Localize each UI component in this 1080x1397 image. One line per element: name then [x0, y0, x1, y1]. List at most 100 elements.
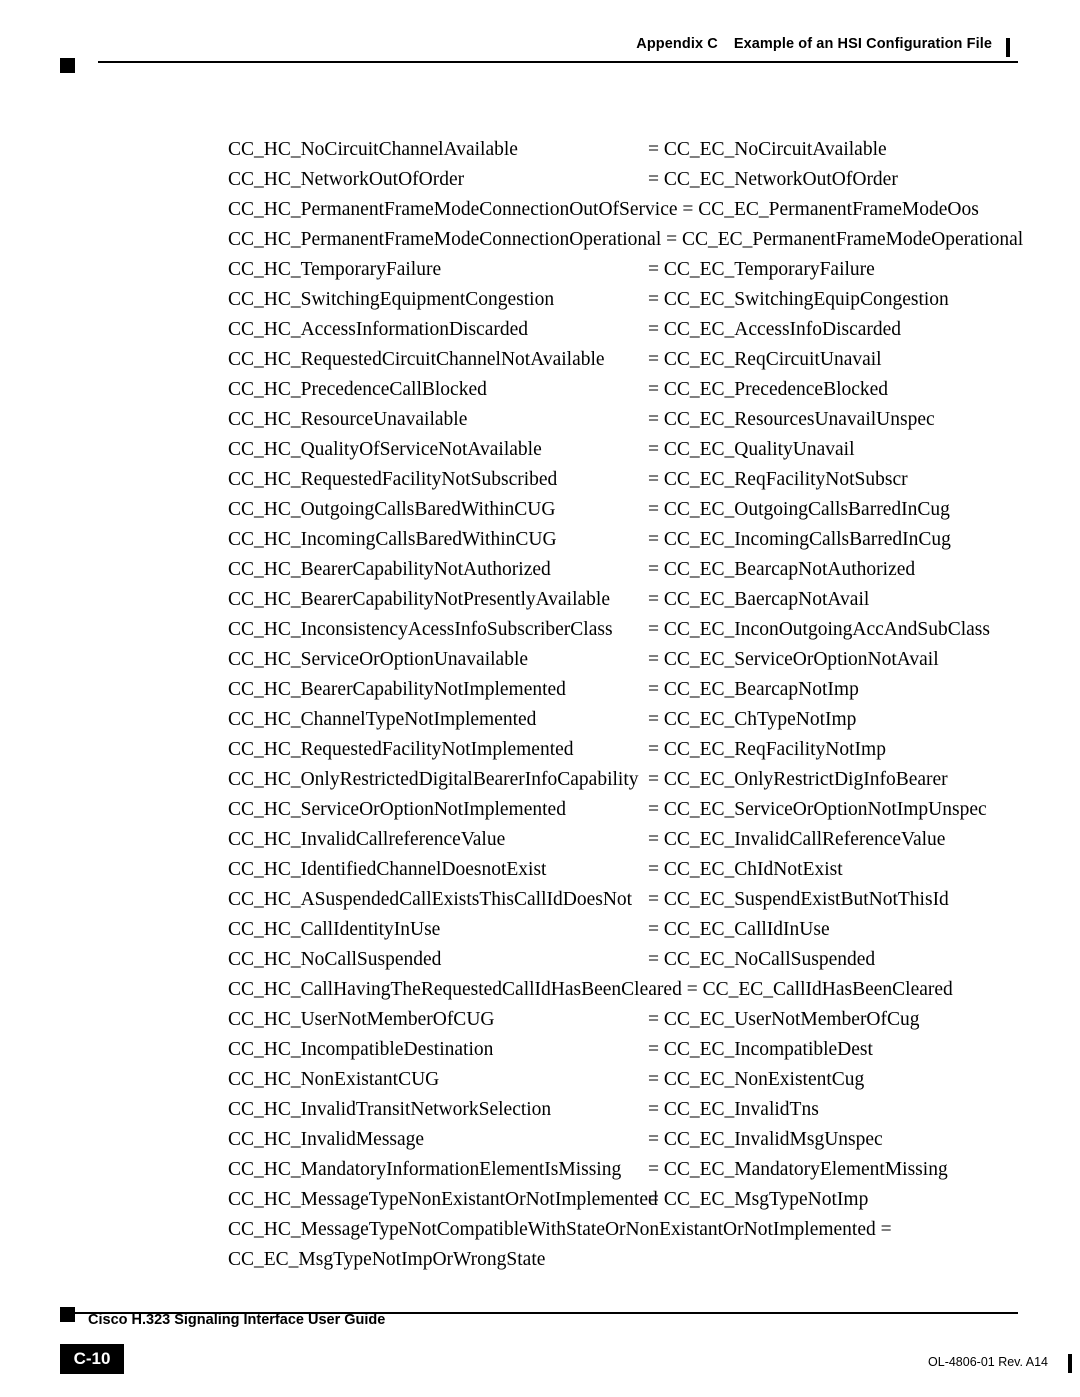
mapping-row: CC_HC_IdentifiedChannelDoesnotExist = CC_… — [228, 855, 1028, 885]
mapping-target-name: = CC_EC_ServiceOrOptionNotImpUnspec — [648, 799, 987, 820]
mapping-source-name: CC_HC_MandatoryInformationElementIsMissi… — [228, 1159, 622, 1180]
mapping-row: CC_HC_PermanentFrameModeConnectionOperat… — [228, 225, 1028, 255]
footer-doc-id: OL-4806-01 Rev. A14 — [928, 1355, 1048, 1369]
mapping-source-name: CC_HC_MessageTypeNotCompatibleWithStateO… — [228, 1219, 892, 1240]
mapping-row: CC_HC_ResourceUnavailable = CC_EC_Resourc… — [228, 405, 1028, 435]
header-appendix-label: Appendix C — [636, 36, 718, 52]
mapping-target-name: = CC_EC_BearcapNotAuthorized — [648, 559, 916, 580]
mapping-row: CC_HC_IncompatibleDestination = CC_EC_Inc… — [228, 1035, 1028, 1065]
mapping-row: CC_HC_RequestedFacilityNotImplemented = C… — [228, 735, 1028, 765]
mapping-target-name: = CC_EC_CallIdHasBeenCleared — [686, 979, 953, 1000]
mapping-source-name: CC_HC_NoCircuitChannelAvailable — [228, 139, 518, 160]
mapping-list: CC_HC_NoCircuitChannelAvailable = CC_EC_N… — [228, 135, 1028, 1275]
mapping-source-name: CC_HC_ServiceOrOptionUnavailable — [228, 649, 529, 670]
mapping-row: CC_HC_NonExistantCUG = CC_EC_NonExistentC… — [228, 1065, 1028, 1095]
mapping-source-name: CC_HC_PermanentFrameModeConnectionOperat… — [228, 229, 662, 250]
mapping-row: CC_HC_TemporaryFailure = CC_EC_TemporaryF… — [228, 255, 1028, 285]
mapping-row: CC_HC_IncomingCallsBaredWithinCUG = CC_EC… — [228, 525, 1028, 555]
mapping-source-name: CC_HC_IdentifiedChannelDoesnotExist — [228, 859, 547, 880]
mapping-target-name: = CC_EC_NoCallSuspended — [648, 949, 876, 970]
mapping-source-name: CC_HC_NetworkOutOfOrder — [228, 169, 465, 190]
mapping-target-name: = CC_EC_PermanentFrameModeOperational — [666, 229, 1024, 250]
mapping-source-name: CC_HC_ResourceUnavailable — [228, 409, 468, 430]
mapping-source-name: CC_HC_OutgoingCallsBaredWithinCUG — [228, 499, 556, 520]
mapping-target-name: = CC_EC_UserNotMemberOfCug — [648, 1009, 920, 1030]
header-square-marker — [60, 58, 75, 73]
mapping-target-name: = CC_EC_CallIdInUse — [648, 919, 830, 940]
mapping-row: CC_HC_UserNotMemberOfCUG = CC_EC_UserNotM… — [228, 1005, 1028, 1035]
mapping-row: CC_HC_SwitchingEquipmentCongestion = CC_E… — [228, 285, 1028, 315]
footer-guide-title: Cisco H.323 Signaling Interface User Gui… — [88, 1312, 386, 1328]
mapping-source-name: CC_HC_QualityOfServiceNotAvailable — [228, 439, 542, 460]
mapping-source-name: CC_HC_RequestedFacilityNotSubscribed — [228, 469, 558, 490]
mapping-row: CC_HC_BearerCapabilityNotAuthorized = CC_… — [228, 555, 1028, 585]
mapping-target-name: = CC_EC_AccessInfoDiscarded — [648, 319, 902, 340]
mapping-source-name: CC_HC_NonExistantCUG — [228, 1069, 440, 1090]
mapping-source-name: CC_HC_ServiceOrOptionNotImplemented — [228, 799, 566, 820]
mapping-target-name: = CC_EC_InvalidCallReferenceValue — [648, 829, 946, 850]
mapping-target-name: = CC_EC_InconOutgoingAccAndSubClass — [648, 619, 990, 640]
mapping-source-name: CC_HC_BearerCapabilityNotImplemented — [228, 679, 566, 700]
mapping-target-name: = CC_EC_NonExistentCug — [648, 1069, 865, 1090]
mapping-source-name: CC_HC_RequestedCircuitChannelNotAvailabl… — [228, 349, 605, 370]
mapping-target-name: = CC_EC_ReqFacilityNotSubscr — [648, 469, 908, 490]
mapping-row: CC_HC_OutgoingCallsBaredWithinCUG = CC_EC… — [228, 495, 1028, 525]
page-header: Appendix C Example of an HSI Configuratio… — [60, 36, 1018, 73]
mapping-target-name: = CC_EC_InvalidMsgUnspec — [648, 1129, 883, 1150]
mapping-row: CC_HC_MessageTypeNonExistantOrNotImpleme… — [228, 1185, 1028, 1215]
mapping-row: CC_HC_OnlyRestrictedDigitalBearerInfoCap… — [228, 765, 1028, 795]
mapping-target-name: = CC_EC_NetworkOutOfOrder — [648, 169, 898, 190]
mapping-row: CC_HC_CallHavingTheRequestedCallIdHasBee… — [228, 975, 1028, 1005]
mapping-source-name: CC_HC_CallHavingTheRequestedCallIdHasBee… — [228, 979, 682, 1000]
mapping-target-name: = CC_EC_MandatoryElementMissing — [648, 1159, 948, 1180]
mapping-target-name: = CC_EC_PrecedenceBlocked — [648, 379, 889, 400]
mapping-row: CC_HC_RequestedCircuitChannelNotAvailabl… — [228, 345, 1028, 375]
mapping-target-name: = CC_EC_QualityUnavail — [648, 439, 855, 460]
mapping-row: CC_HC_QualityOfServiceNotAvailable = CC_E… — [228, 435, 1028, 465]
mapping-row: CC_HC_BearerCapabilityNotPresentlyAvaila… — [228, 585, 1028, 615]
mapping-row: CC_HC_PermanentFrameModeConnectionOutOfS… — [228, 195, 1028, 225]
mapping-source-name: CC_HC_UserNotMemberOfCUG — [228, 1009, 495, 1030]
mapping-source-name: CC_HC_BearerCapabilityNotAuthorized — [228, 559, 551, 580]
mapping-target-name: = CC_EC_SwitchingEquipCongestion — [648, 289, 949, 310]
mapping-target-name: = CC_EC_NoCircuitAvailable — [648, 139, 887, 160]
mapping-row: CC_HC_NoCircuitChannelAvailable = CC_EC_N… — [228, 135, 1028, 165]
mapping-target-name: CC_EC_MsgTypeNotImpOrWrongState — [228, 1249, 546, 1270]
mapping-target-name: = CC_EC_BaercapNotAvail — [648, 589, 870, 610]
mapping-target-name: = CC_EC_PermanentFrameModeOos — [682, 199, 979, 220]
mapping-source-name: CC_HC_InvalidCallreferenceValue — [228, 829, 506, 850]
mapping-row: CC_HC_ServiceOrOptionNotImplemented = CC_… — [228, 795, 1028, 825]
mapping-target-name: = CC_EC_IncomingCallsBarredInCug — [648, 529, 951, 550]
mapping-row: CC_HC_InconsistencyAcessInfoSubscriberCl… — [228, 615, 1028, 645]
mapping-source-name: CC_HC_MessageTypeNonExistantOrNotImpleme… — [228, 1189, 658, 1210]
mapping-source-name: CC_HC_SwitchingEquipmentCongestion — [228, 289, 555, 310]
mapping-row: CC_HC_ASuspendedCallExistsThisCallIdDoes… — [228, 885, 1028, 915]
mapping-target-name: = CC_EC_ServiceOrOptionNotAvail — [648, 649, 939, 670]
mapping-target-name: = CC_EC_SuspendExistButNotThisId — [648, 889, 949, 910]
mapping-source-name: CC_HC_InconsistencyAcessInfoSubscriberCl… — [228, 619, 613, 640]
mapping-target-name: = CC_EC_TemporaryFailure — [648, 259, 875, 280]
mapping-target-name: = CC_EC_InvalidTns — [648, 1099, 819, 1120]
mapping-target-name: = CC_EC_ChTypeNotImp — [648, 709, 857, 730]
header-title: Example of an HSI Configuration File — [733, 36, 992, 52]
mapping-target-name: = CC_EC_ResourcesUnavailUnspec — [648, 409, 935, 430]
mapping-row: CC_HC_BearerCapabilityNotImplemented = CC… — [228, 675, 1028, 705]
mapping-source-name: CC_HC_AccessInformationDiscarded — [228, 319, 529, 340]
mapping-source-name: CC_HC_PrecedenceCallBlocked — [228, 379, 487, 400]
mapping-source-name: CC_HC_OnlyRestrictedDigitalBearerInfoCap… — [228, 769, 639, 790]
mapping-target-name: = CC_EC_ReqCircuitUnavail — [648, 349, 882, 370]
footer-edge-bar — [1068, 1354, 1072, 1373]
mapping-source-name: CC_HC_InvalidMessage — [228, 1129, 425, 1150]
mapping-source-name: CC_HC_TemporaryFailure — [228, 259, 442, 280]
header-breadcrumb: Appendix C Example of an HSI Configuratio… — [636, 36, 992, 52]
mapping-source-name: CC_HC_CallIdentityInUse — [228, 919, 441, 940]
mapping-source-name: CC_HC_InvalidTransitNetworkSelection — [228, 1099, 552, 1120]
mapping-target-name: = CC_EC_IncompatibleDest — [648, 1039, 873, 1060]
mapping-source-name: CC_HC_NoCallSuspended — [228, 949, 442, 970]
mapping-row: CC_HC_MandatoryInformationElementIsMissi… — [228, 1155, 1028, 1185]
mapping-row: CC_HC_InvalidTransitNetworkSelection = CC… — [228, 1095, 1028, 1125]
mapping-source-name: CC_HC_PermanentFrameModeConnectionOutOfS… — [228, 199, 678, 220]
footer-square-marker — [60, 1307, 75, 1322]
header-rule — [98, 61, 1018, 63]
mapping-source-name: CC_HC_IncompatibleDestination — [228, 1039, 494, 1060]
